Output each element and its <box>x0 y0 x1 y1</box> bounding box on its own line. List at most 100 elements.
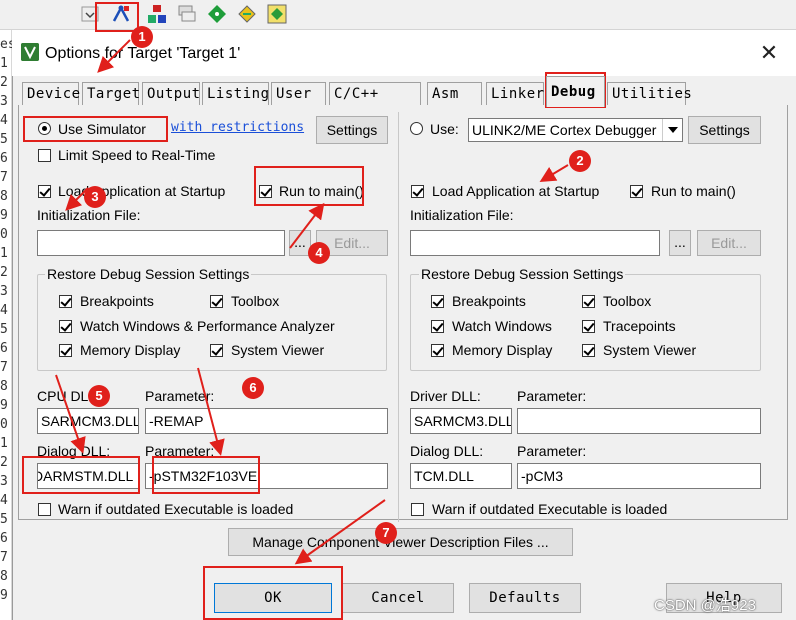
left-toolbox-checkbox[interactable] <box>210 295 223 308</box>
line-number: 3 <box>0 474 8 489</box>
right-load-app-checkbox[interactable] <box>411 185 424 198</box>
right-breakpoints-checkbox[interactable] <box>431 295 444 308</box>
manage-component-viewer-button[interactable]: Manage Component Viewer Description File… <box>228 528 573 556</box>
debugger-select[interactable]: ULINK2/ME Cortex Debugger <box>468 118 683 142</box>
right-run-to-main-label: Run to main() <box>651 183 736 199</box>
left-memory-display-checkbox[interactable] <box>59 344 72 357</box>
cpu-param-input[interactable]: -REMAP <box>145 408 388 434</box>
driver-param-input[interactable] <box>517 408 761 434</box>
right-dialog-dll-input[interactable]: TCM.DLL <box>410 463 512 489</box>
line-number: 5 <box>0 322 8 337</box>
annotation-badge-1: 1 <box>131 26 153 48</box>
line-number: 8 <box>0 379 8 394</box>
tab-device[interactable]: Device <box>22 82 80 106</box>
right-tracepoints-label: Tracepoints <box>603 318 676 334</box>
screenshot-stage: es 1 2 3 4 5 6 7 8 9 0 1 2 3 4 5 6 7 8 9 0 1 2 3 4 5 6 7 8 9 Options … <box>0 0 796 620</box>
left-dialog-dll-input[interactable]: DARMSTM.DLL <box>37 463 139 489</box>
left-dialog-param-label: Parameter: <box>145 443 215 459</box>
annotation-badge-6: 6 <box>242 377 264 399</box>
line-number: 2 <box>0 455 8 470</box>
tab-listing[interactable]: Listing <box>202 82 269 106</box>
right-system-viewer-checkbox[interactable] <box>582 344 595 357</box>
pack-installer-icon[interactable] <box>236 3 258 25</box>
line-number: 3 <box>0 94 8 109</box>
restrictions-link[interactable]: with restrictions <box>171 120 304 135</box>
right-watch-windows-label: Watch Windows <box>452 318 552 334</box>
watermark: CSDN @浩923 <box>654 597 756 614</box>
green-diamond-icon[interactable] <box>206 3 228 25</box>
components-icon[interactable] <box>266 3 288 25</box>
left-watch-windows-checkbox[interactable] <box>59 320 72 333</box>
right-memory-display-checkbox[interactable] <box>431 344 444 357</box>
left-watch-windows-label: Watch Windows & Performance Analyzer <box>80 318 335 334</box>
use-debugger-label: Use: <box>430 121 459 137</box>
left-init-file-input[interactable] <box>37 230 285 256</box>
right-tracepoints-checkbox[interactable] <box>582 320 595 333</box>
driver-dll-label: Driver DLL: <box>410 388 481 404</box>
chevron-down-icon[interactable] <box>662 119 682 141</box>
left-system-viewer-checkbox[interactable] <box>210 344 223 357</box>
line-number: 8 <box>0 569 8 584</box>
target-options-icon[interactable] <box>110 3 132 25</box>
right-run-to-main-checkbox[interactable] <box>630 185 643 198</box>
ok-button[interactable]: OK <box>214 583 332 613</box>
simulator-settings-button[interactable]: Settings <box>316 116 388 144</box>
close-icon[interactable]: ✕ <box>758 42 780 64</box>
tab-cpp-ac6[interactable]: C/C++ (AC6) <box>329 82 421 124</box>
defaults-button[interactable]: Defaults <box>469 583 581 613</box>
left-breakpoints-checkbox[interactable] <box>59 295 72 308</box>
right-dialog-param-input[interactable]: -pCM3 <box>517 463 761 489</box>
right-edit-button[interactable]: Edit... <box>697 230 761 256</box>
use-simulator-radio[interactable] <box>38 122 51 135</box>
annotation-badge-3: 3 <box>84 186 106 208</box>
line-number: 6 <box>0 341 8 356</box>
line-number: 4 <box>0 303 8 318</box>
tab-utilities[interactable]: Utilities <box>607 82 692 106</box>
right-memory-display-label: Memory Display <box>452 342 553 358</box>
dropdown-icon[interactable] <box>80 3 102 25</box>
right-init-file-label: Initialization File: <box>410 207 514 223</box>
line-number: 2 <box>0 265 8 280</box>
use-debugger-radio[interactable] <box>410 122 423 135</box>
left-warn-outdated-label: Warn if outdated Executable is loaded <box>58 501 294 517</box>
right-toolbox-label: Toolbox <box>603 293 652 309</box>
cpu-param-label: Parameter: <box>145 388 215 404</box>
line-number: 7 <box>0 360 8 375</box>
ide-toolbar <box>0 0 796 30</box>
right-warn-outdated-checkbox[interactable] <box>411 503 424 516</box>
left-init-file-label: Initialization File: <box>37 207 141 223</box>
tab-linker[interactable]: Linker <box>486 82 544 106</box>
left-dialog-dll-label: Dialog DLL: <box>37 443 111 459</box>
line-number: 6 <box>0 151 8 166</box>
debugger-settings-button[interactable]: Settings <box>688 116 761 144</box>
cpu-dll-input[interactable]: SARMCM3.DLL <box>37 408 139 434</box>
tab-output[interactable]: Output <box>142 82 200 106</box>
tab-asm[interactable]: Asm <box>427 82 482 106</box>
cancel-button[interactable]: Cancel <box>342 583 454 613</box>
limit-speed-checkbox[interactable] <box>38 149 51 162</box>
line-number: 0 <box>0 227 8 242</box>
annotation-badge-7: 7 <box>375 522 397 544</box>
annotation-badge-2: 2 <box>569 150 591 172</box>
tab-user[interactable]: User <box>271 82 326 106</box>
right-browse-button[interactable]: ... <box>669 230 691 256</box>
left-dialog-param-input[interactable]: -pSTM32F103VE <box>145 463 388 489</box>
editor-line-numbers: es 1 2 3 4 5 6 7 8 9 0 1 2 3 4 5 6 7 8 9 0 1 2 3 4 5 6 7 8 9 <box>0 30 16 620</box>
tab-debug[interactable]: Debug <box>546 76 605 107</box>
use-simulator-label: Use Simulator <box>58 121 146 137</box>
right-load-app-label: Load Application at Startup <box>432 183 600 199</box>
left-warn-outdated-checkbox[interactable] <box>38 503 51 516</box>
left-run-to-main-checkbox[interactable] <box>259 185 272 198</box>
left-load-app-checkbox[interactable] <box>38 185 51 198</box>
line-number: 2 <box>0 75 8 90</box>
right-warn-outdated-label: Warn if outdated Executable is loaded <box>432 501 668 517</box>
manage-project-icon[interactable] <box>146 3 168 25</box>
right-toolbox-checkbox[interactable] <box>582 295 595 308</box>
stacked-windows-icon[interactable] <box>176 3 198 25</box>
tab-target[interactable]: Target <box>82 82 140 106</box>
driver-dll-input[interactable]: SARMCM3.DLL <box>410 408 512 434</box>
right-watch-windows-checkbox[interactable] <box>431 320 444 333</box>
line-number: 7 <box>0 550 8 565</box>
keil-app-icon <box>21 43 39 61</box>
right-init-file-input[interactable] <box>410 230 660 256</box>
